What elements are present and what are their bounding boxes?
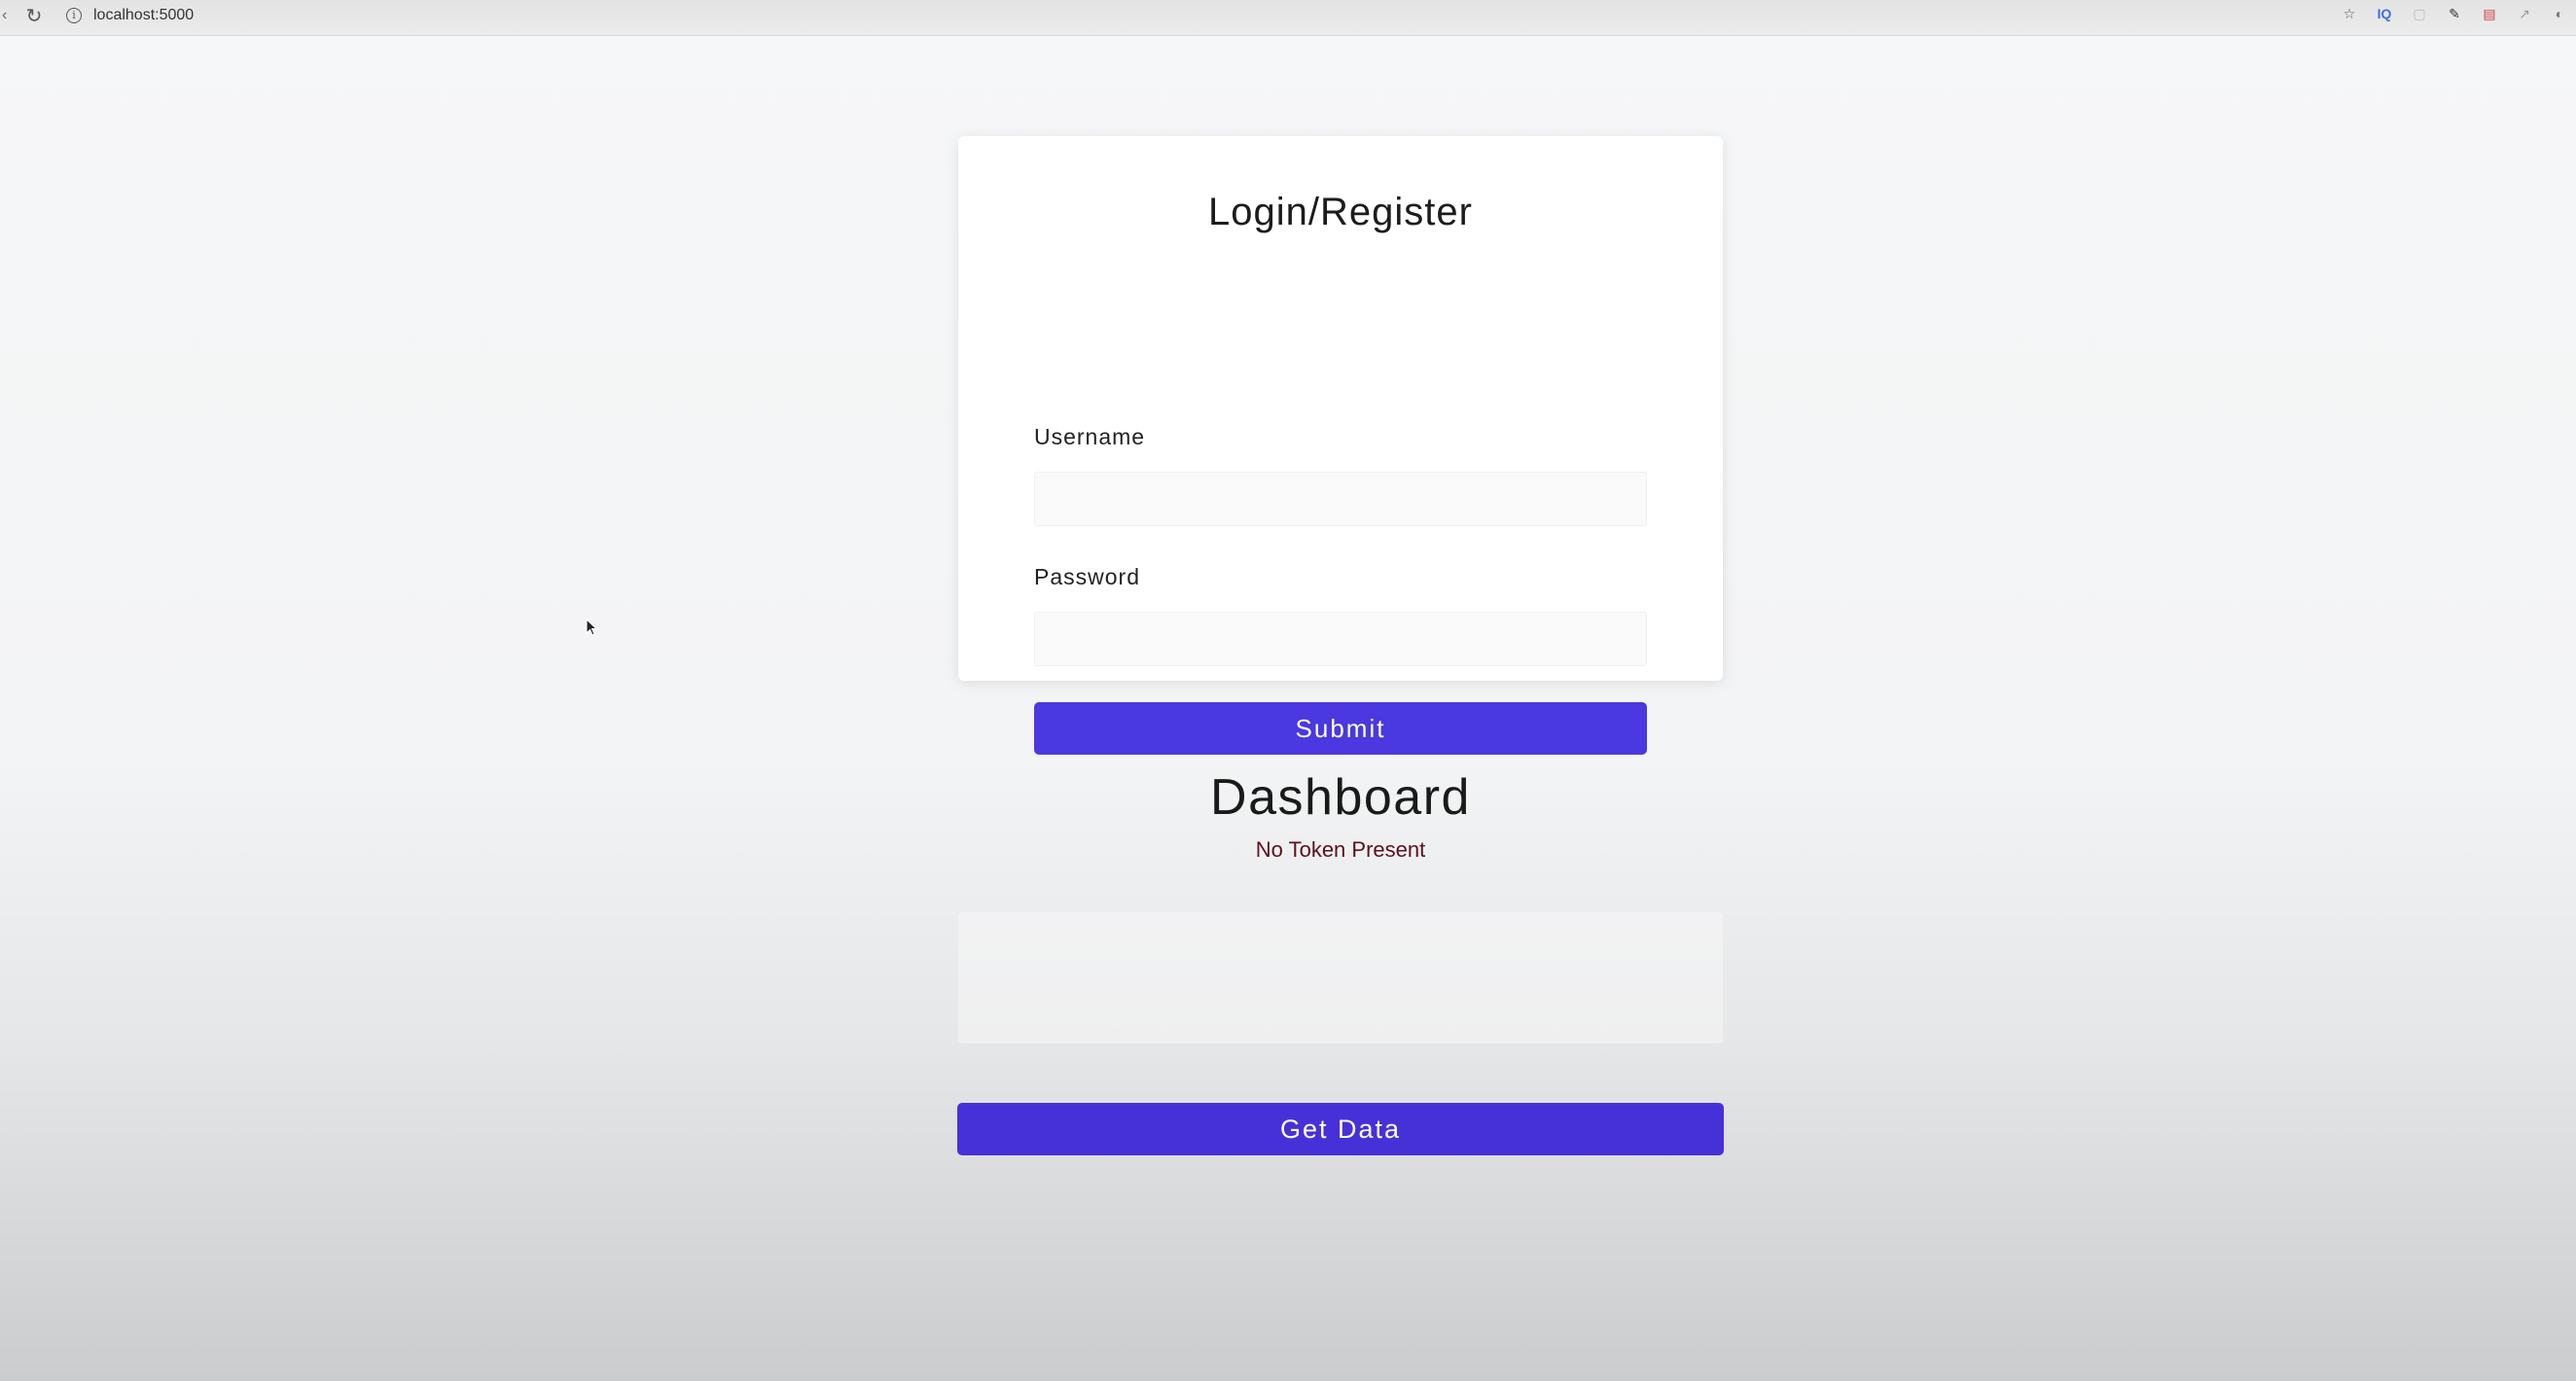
password-input[interactable] <box>1034 612 1647 666</box>
login-card: Login/Register Username Password Submit <box>958 136 1723 755</box>
token-status-text: No Token Present <box>1255 837 1426 862</box>
profile-icon[interactable]: ◐ <box>2551 5 2568 22</box>
info-icon[interactable]: i <box>66 8 82 23</box>
password-label: Password <box>1034 564 1140 589</box>
extension-iq-icon[interactable]: IQ <box>2376 5 2393 22</box>
username-input[interactable] <box>1034 472 1647 526</box>
extension-calendar-icon[interactable]: ▤ <box>2481 5 2498 22</box>
submit-button[interactable]: Submit <box>1034 702 1647 755</box>
address-bar-url[interactable]: localhost:5000 <box>93 7 194 24</box>
toolbar-right-icons: ☆ IQ ▢ ✎ ▤ ↗ ◐ <box>2341 5 2568 22</box>
extension-square-icon[interactable]: ▢ <box>2411 5 2428 22</box>
extension-arrow-icon[interactable]: ↗ <box>2516 5 2533 22</box>
extension-pen-icon[interactable]: ✎ <box>2446 5 2463 22</box>
data-output-panel <box>958 912 1723 1044</box>
browser-toolbar: ‹ ↻ i localhost:5000 ☆ IQ ▢ ✎ ▤ ↗ ◐ <box>0 0 2576 36</box>
dashboard-title: Dashboard <box>1210 769 1471 826</box>
username-label: Username <box>1034 424 1146 449</box>
mouse-cursor-icon <box>586 619 597 636</box>
login-title: Login/Register <box>1208 191 1473 233</box>
reload-icon[interactable]: ↻ <box>23 4 45 29</box>
bookmark-star-icon[interactable]: ☆ <box>2341 5 2358 22</box>
get-data-button[interactable]: Get Data <box>957 1103 1724 1155</box>
back-icon[interactable]: ‹ <box>2 7 7 24</box>
